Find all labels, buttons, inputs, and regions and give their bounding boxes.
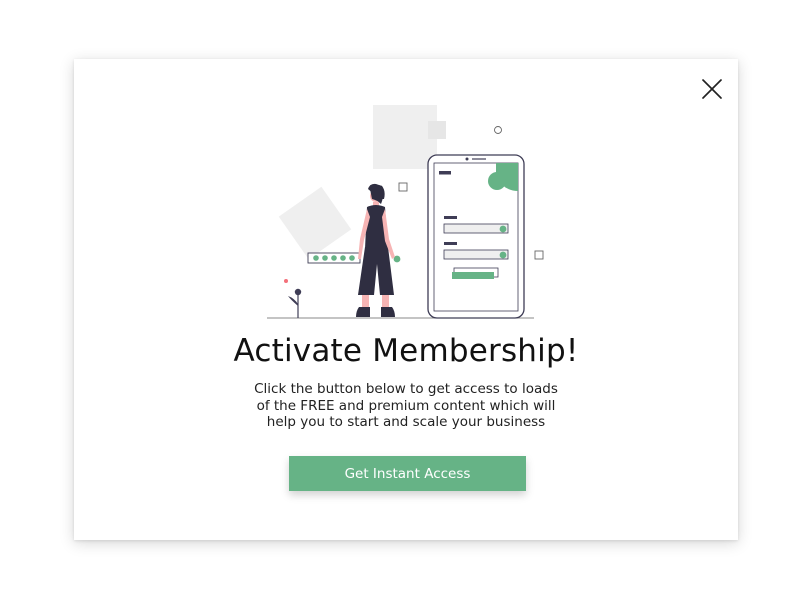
description-line: Click the button below to get access to … [254,381,558,397]
close-button[interactable] [700,77,724,101]
description-line: help you to start and scale your busines… [266,414,546,430]
description-line: of the FREE and premium content which wi… [256,397,556,414]
signup-illustration [267,105,544,319]
modal-title: Activate Membership! [233,333,579,369]
modal-description: Click the button below to get access to … [246,381,566,431]
close-icon [702,79,722,99]
membership-modal: Activate Membership! Click the button be… [74,59,738,540]
get-instant-access-button[interactable]: Get Instant Access [289,456,526,491]
